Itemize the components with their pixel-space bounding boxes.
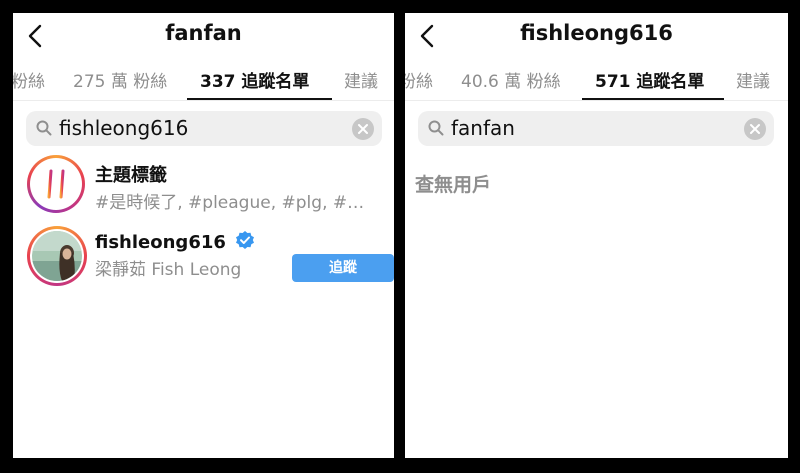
- clear-icon: [358, 124, 368, 134]
- clear-icon: [750, 124, 760, 134]
- search-icon: [428, 120, 444, 136]
- tab-followers[interactable]: 275 萬 粉絲: [73, 67, 167, 92]
- tab-following[interactable]: 571 追蹤名單: [595, 67, 704, 92]
- tab-following[interactable]: 337 追蹤名單: [200, 67, 309, 92]
- tab-suggestions[interactable]: 建議: [344, 67, 378, 92]
- clear-search-button[interactable]: [352, 118, 374, 140]
- page-title: fishleong616: [520, 21, 673, 45]
- user-result[interactable]: fishleong616 梁靜茹 Fish Leong 追蹤: [27, 226, 394, 288]
- tab-suggestions[interactable]: 建議: [736, 67, 770, 92]
- empty-state-text: 查無用戶: [415, 174, 492, 196]
- hashtag-title: 主題標籤: [95, 165, 167, 186]
- right-screen: fishleong616 粉絲 40.6 萬 粉絲 571 追蹤名單 建議 fa…: [405, 13, 788, 458]
- tab-followers[interactable]: 40.6 萬 粉絲: [461, 67, 561, 92]
- verified-badge-icon: [236, 231, 255, 249]
- left-screen: fanfan 粉絲 275 萬 粉絲 337 追蹤名單 建議 fishleong…: [13, 13, 394, 458]
- tab-followers-partial[interactable]: 粉絲: [405, 67, 433, 92]
- divider: [405, 100, 788, 101]
- hashtag-result[interactable]: 主題標籤 #是時候了, #pleague, #plg, #…: [27, 155, 387, 215]
- search-icon: [36, 120, 52, 136]
- search-field[interactable]: fishleong616: [26, 111, 382, 146]
- search-input[interactable]: fanfan: [451, 116, 515, 140]
- search-input[interactable]: fishleong616: [59, 116, 188, 140]
- tab-bar: 粉絲 40.6 萬 粉絲 571 追蹤名單 建議: [405, 67, 788, 101]
- hashtag-subtitle: #是時候了, #pleague, #plg, #…: [95, 193, 365, 213]
- follow-button[interactable]: 追蹤: [292, 254, 394, 282]
- profile-photo: [32, 231, 82, 281]
- hashtag-icon: [40, 169, 71, 199]
- avatar[interactable]: [27, 226, 87, 286]
- username: fishleong616: [95, 232, 226, 253]
- search-field[interactable]: fanfan: [418, 111, 774, 146]
- hashtag-avatar: [27, 155, 85, 213]
- tab-bar: 粉絲 275 萬 粉絲 337 追蹤名單 建議: [13, 67, 394, 101]
- divider: [13, 100, 394, 101]
- tab-followers-partial[interactable]: 粉絲: [13, 67, 45, 92]
- clear-search-button[interactable]: [744, 118, 766, 140]
- page-title: fanfan: [165, 21, 242, 45]
